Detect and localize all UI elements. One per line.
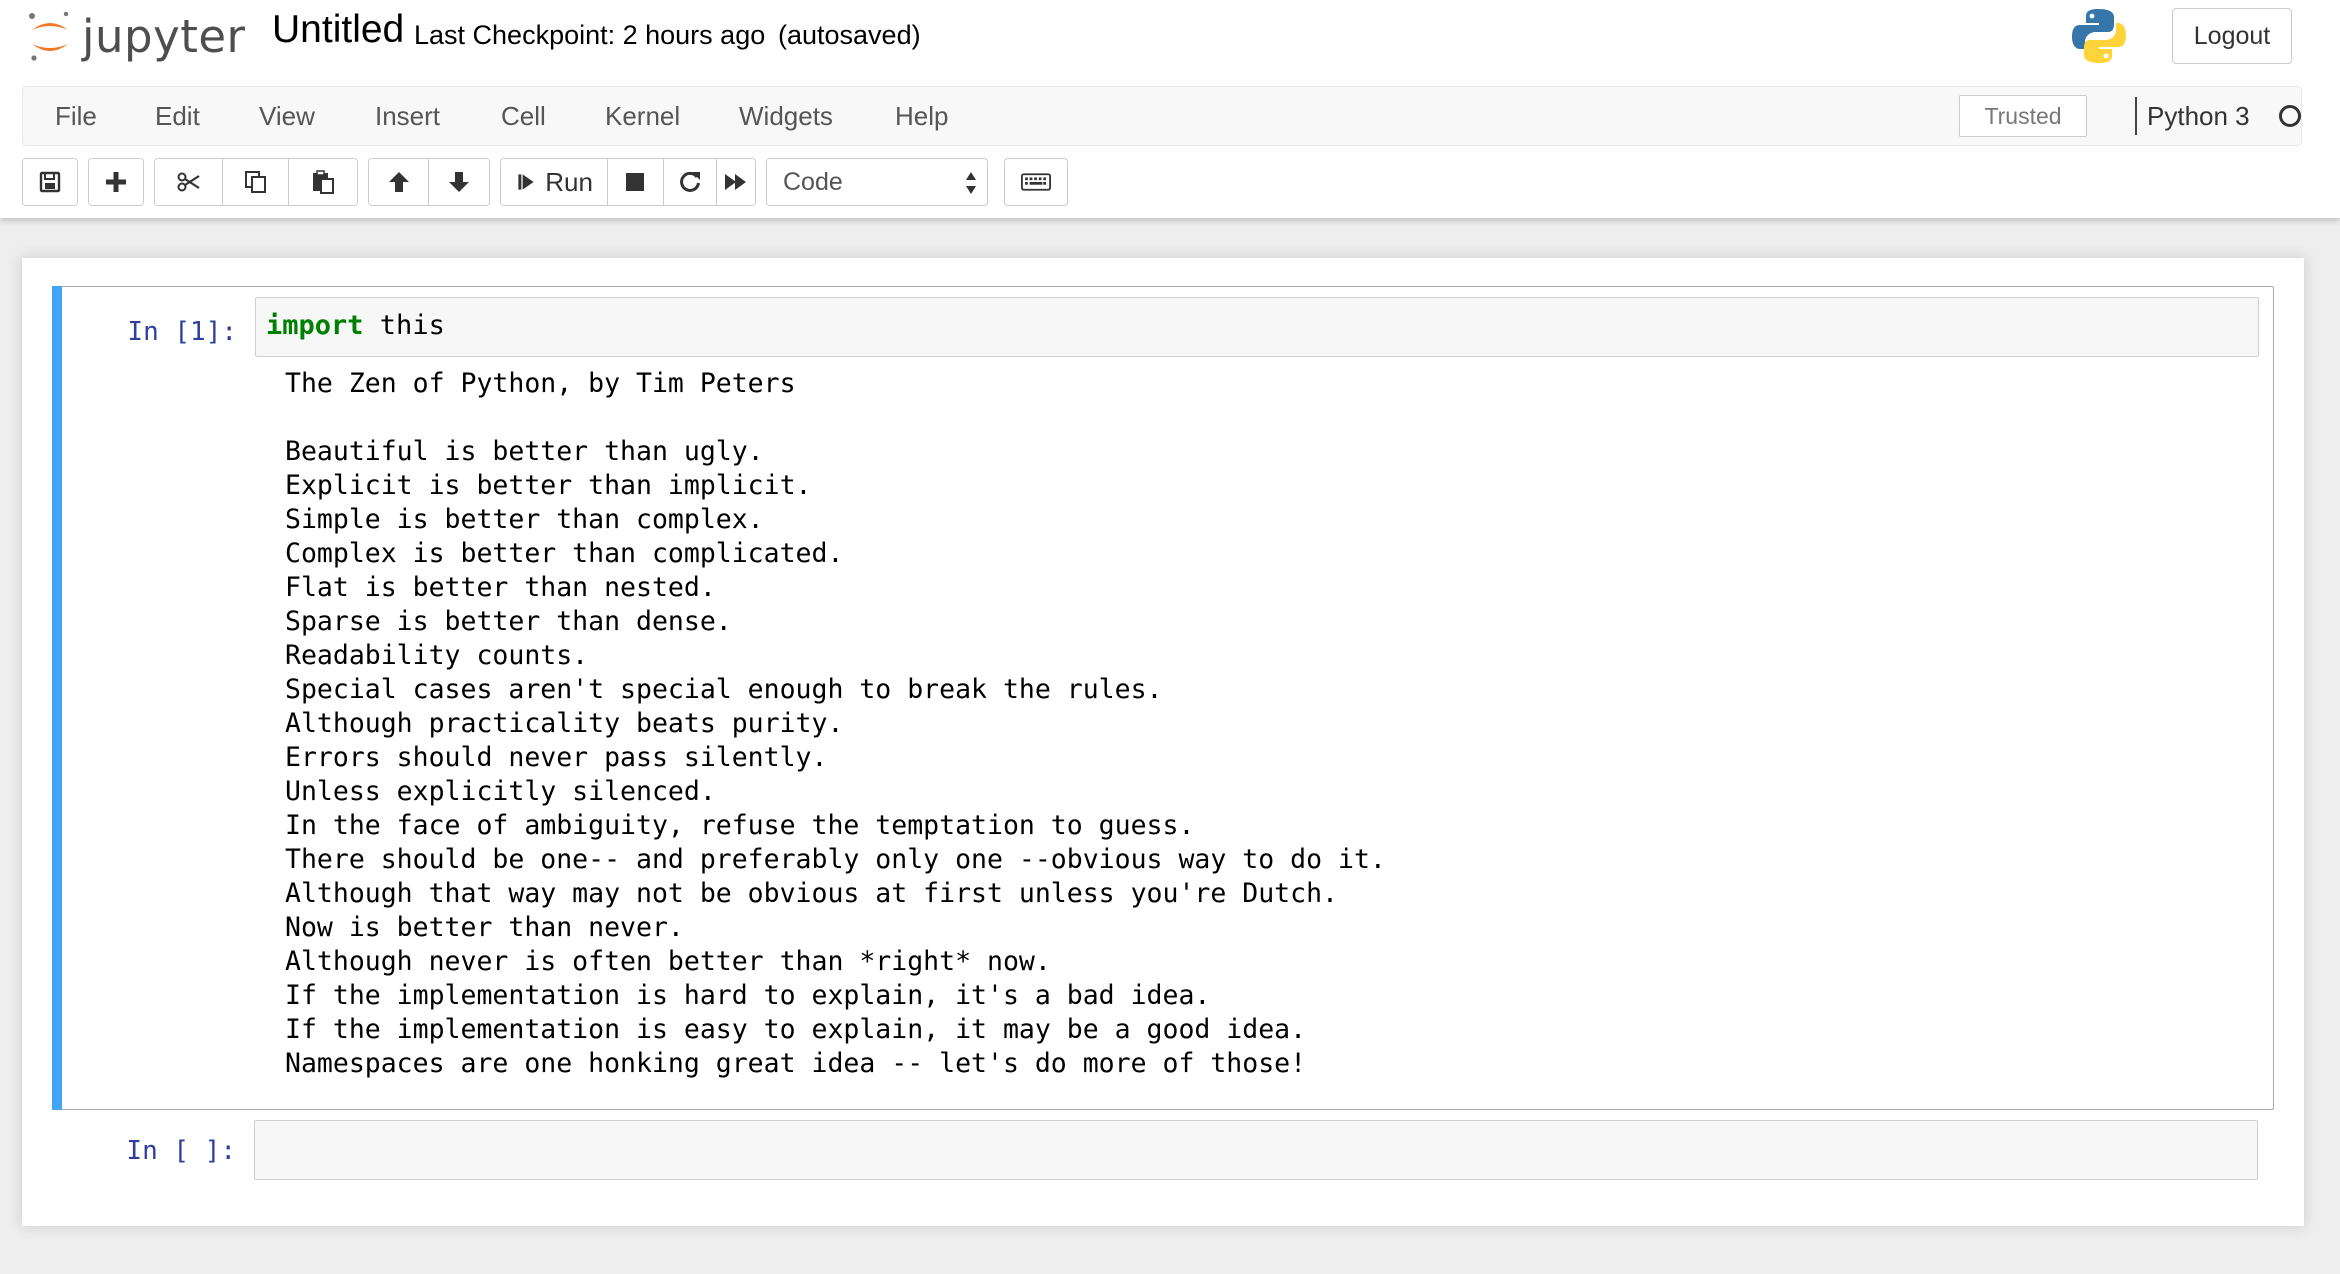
keyboard-icon (1021, 173, 1051, 191)
cell-output: The Zen of Python, by Tim Peters Beautifu… (285, 367, 1386, 1081)
menubar: File Edit View Insert Cell Kernel Widget… (22, 86, 2302, 146)
restart-run-all-button[interactable] (717, 159, 755, 205)
insert-cell-below-button[interactable] (89, 159, 143, 205)
cell-type-select[interactable]: Code (766, 158, 988, 206)
fast-forward-icon (725, 174, 747, 190)
notebook-header: jupyter Untitled Last Checkpoint: 2 hour… (0, 0, 2340, 218)
paste-icon (313, 170, 334, 194)
jupyter-logo-icon (29, 11, 69, 61)
output-line: In the face of ambiguity, refuse the tem… (285, 810, 1195, 841)
checkpoint-status: Last Checkpoint: 2 hours ago (414, 20, 766, 50)
output-line: Although practicality beats purity. (285, 708, 844, 739)
toolbar-group-clipboard (154, 158, 358, 206)
output-line: Unless explicitly silenced. (285, 776, 716, 807)
code-cell-selected[interactable]: In [1]: import this The Zen of Python, b… (52, 286, 2274, 1110)
output-line: Although never is often better than *rig… (285, 946, 1051, 977)
kernel-name: Python 3 (2147, 100, 2250, 131)
output-line: There should be one-- and preferably onl… (285, 844, 1386, 875)
output-line: Sparse is better than dense. (285, 606, 732, 637)
menu-cell[interactable]: Cell (501, 87, 546, 145)
jupyter-logo-text: jupyter (82, 9, 246, 63)
notebook-container: In [1]: import this The Zen of Python, b… (22, 258, 2304, 1226)
output-line: The Zen of Python, by Tim Peters (285, 368, 796, 399)
code-input-area[interactable]: import this (255, 297, 2259, 357)
copy-button[interactable] (223, 159, 289, 205)
python-logo-icon (2072, 9, 2126, 63)
code-text: this (363, 310, 445, 341)
toolbar: Run Code (22, 158, 1122, 206)
output-line: Readability counts. (285, 640, 589, 671)
output-line: Namespaces are one honking great idea --… (285, 1048, 1307, 1079)
toolbar-group-save (22, 158, 78, 206)
cell-selection-bar (52, 286, 62, 1110)
select-arrows-icon (966, 172, 976, 194)
code-input-area-empty[interactable] (254, 1120, 2258, 1180)
output-line: Flat is better than nested. (285, 572, 716, 603)
interrupt-kernel-button[interactable] (608, 159, 664, 205)
run-button-label: Run (545, 166, 593, 197)
restart-kernel-button[interactable] (663, 159, 718, 205)
output-line: Special cases aren't special enough to b… (285, 674, 1163, 705)
output-line: Simple is better than complex. (285, 504, 764, 535)
scissors-icon (177, 172, 200, 192)
notebook-title[interactable]: Untitled (272, 8, 404, 52)
menu-kernel[interactable]: Kernel (605, 87, 680, 145)
cut-button[interactable] (155, 159, 223, 205)
menu-view[interactable]: View (259, 87, 315, 145)
output-line: Now is better than never. (285, 912, 684, 943)
code-line: import this (266, 310, 445, 341)
autosave-status: (autosaved) (778, 20, 921, 50)
arrow-up-icon (388, 172, 409, 192)
save-icon (39, 171, 61, 193)
command-palette-button[interactable] (1004, 158, 1068, 206)
plus-icon (106, 172, 126, 192)
stop-icon (626, 173, 645, 191)
menu-widgets[interactable]: Widgets (739, 87, 833, 145)
paste-button[interactable] (289, 159, 357, 205)
output-line: Beautiful is better than ugly. (285, 436, 764, 467)
menu-file[interactable]: File (55, 87, 97, 145)
cell-type-value: Code (783, 167, 843, 196)
move-cell-up-button[interactable] (369, 159, 429, 205)
kernel-separator (2135, 97, 2137, 135)
kernel-idle-indicator-icon (2279, 105, 2301, 127)
menu-insert[interactable]: Insert (375, 87, 440, 145)
logout-button[interactable]: Logout (2172, 8, 2292, 64)
toolbar-group-run: Run (500, 158, 756, 206)
move-cell-down-button[interactable] (429, 159, 489, 205)
copy-icon (244, 171, 266, 193)
toolbar-group-move (368, 158, 490, 206)
arrow-down-icon (449, 172, 469, 192)
output-line: Complex is better than complicated. (285, 538, 844, 569)
jupyter-logo[interactable]: jupyter (26, 6, 256, 66)
input-prompt: In [1]: (127, 317, 237, 347)
save-button[interactable] (23, 159, 77, 205)
trusted-indicator[interactable]: Trusted (1959, 95, 2087, 137)
output-line: Explicit is better than implicit. (285, 470, 812, 501)
input-prompt-empty: In [ ]: (126, 1136, 236, 1166)
toolbar-group-insert (88, 158, 144, 206)
output-line: Although that way may not be obvious at … (285, 878, 1338, 909)
code-cell-empty[interactable]: In [ ]: (52, 1120, 2274, 1186)
menu-help[interactable]: Help (895, 87, 948, 145)
output-line: If the implementation is hard to explain… (285, 980, 1211, 1011)
menu-edit[interactable]: Edit (155, 87, 200, 145)
run-button[interactable]: Run (501, 159, 609, 205)
code-keyword: import (266, 310, 364, 341)
output-line: If the implementation is easy to explain… (285, 1014, 1307, 1045)
step-forward-icon (518, 174, 534, 190)
restart-icon (680, 171, 700, 192)
output-line: Errors should never pass silently. (285, 742, 828, 773)
